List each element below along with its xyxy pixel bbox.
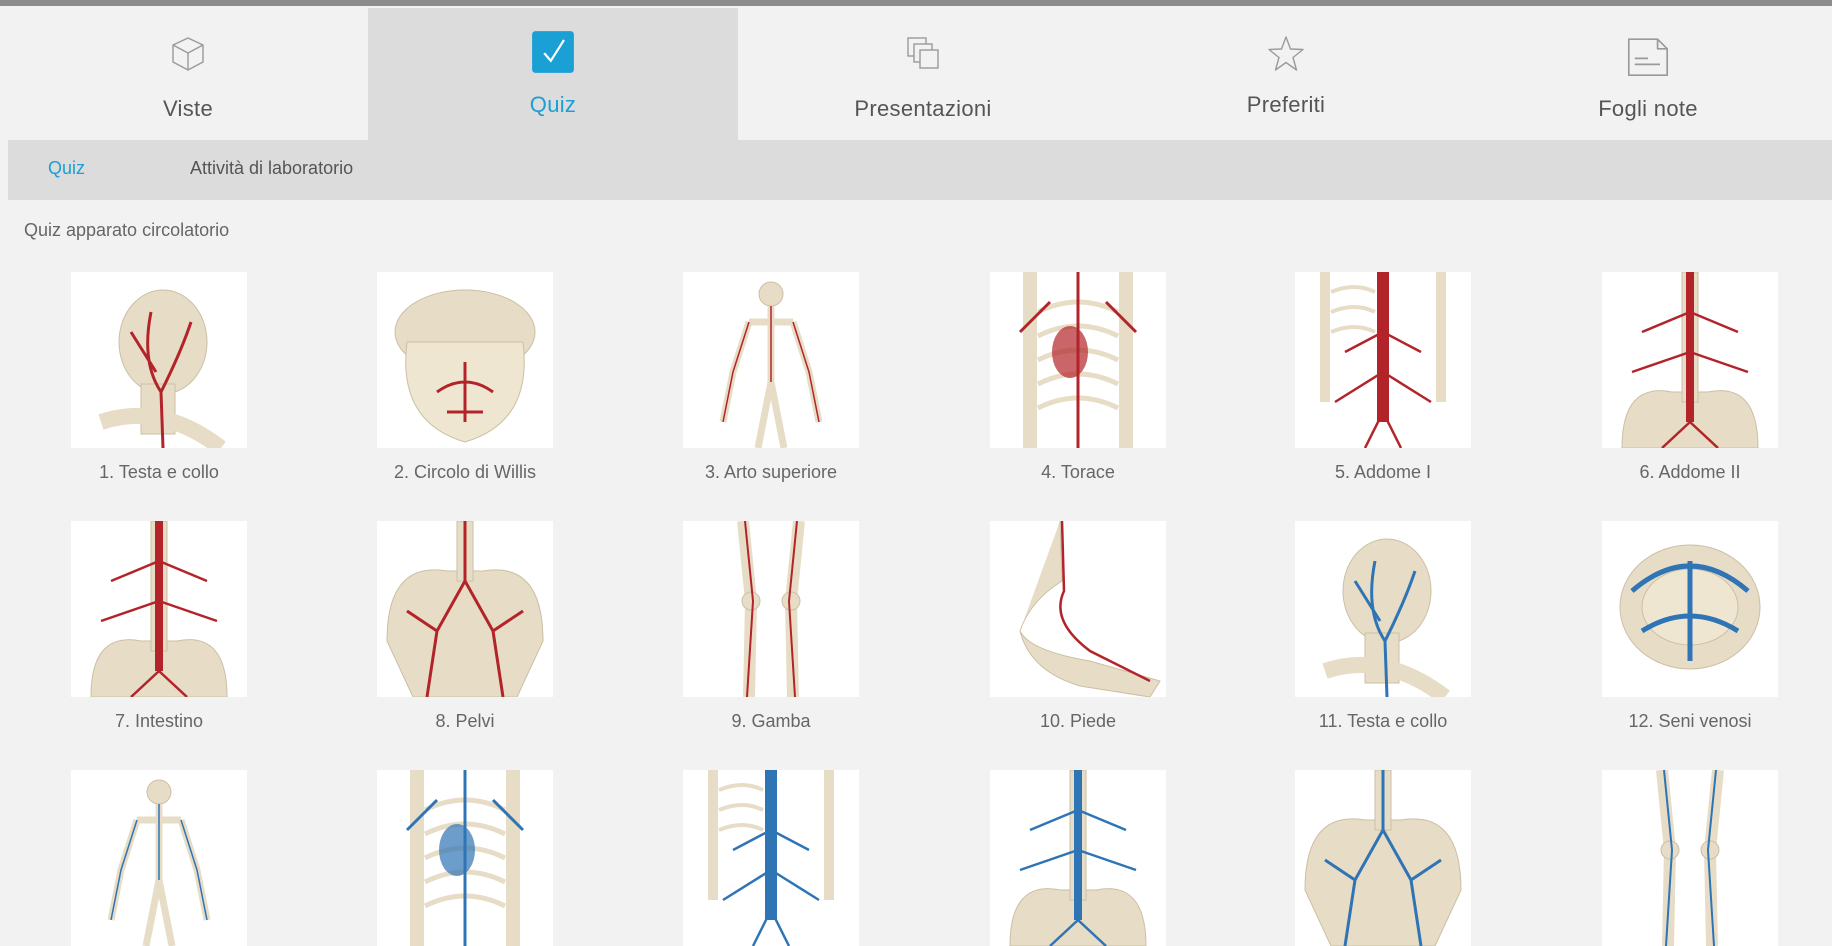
quiz-thumbnail (990, 272, 1166, 448)
subtab-attivita-laboratorio[interactable]: Attività di laboratorio (190, 158, 353, 179)
quiz-thumbnail (71, 272, 247, 448)
tab-viste[interactable]: Viste (8, 8, 368, 140)
quiz-card[interactable]: 12. Seni venosi (1602, 521, 1778, 732)
quiz-card[interactable]: 5. Addome I (1295, 272, 1471, 483)
checkbox-icon (532, 31, 574, 73)
cube-icon (172, 37, 204, 71)
subtab-quiz[interactable]: Quiz (48, 158, 85, 179)
quiz-label: 11. Testa e collo (1318, 711, 1448, 731)
quiz-thumbnail (1295, 770, 1471, 946)
quiz-thumbnail (683, 272, 859, 448)
quiz-card[interactable]: 10. Piede (990, 521, 1166, 732)
quiz-card[interactable]: 2. Circolo di Willis (377, 272, 553, 483)
tab-label: Quiz (529, 92, 577, 117)
quiz-card[interactable]: 6. Addome II (1602, 272, 1778, 483)
stacked-pages-icon (907, 37, 939, 69)
tab-presentazioni[interactable]: Presentazioni (738, 8, 1108, 140)
quiz-thumbnail (990, 770, 1166, 946)
sub-navigation: Quiz Attività di laboratorio (8, 140, 1832, 200)
quiz-thumbnail (1602, 272, 1778, 448)
quiz-label: 2. Circolo di Willis (393, 462, 537, 482)
tab-label: Viste (162, 96, 213, 121)
quiz-card[interactable]: 1. Testa e collo (71, 272, 247, 483)
quiz-label: 3. Arto superiore (704, 462, 838, 482)
quiz-thumbnail (71, 770, 247, 946)
quiz-card[interactable]: 7. Intestino (71, 521, 247, 732)
quiz-card[interactable] (1602, 770, 1778, 946)
quiz-card[interactable]: 8. Pelvi (377, 521, 553, 732)
note-sheet-icon (1627, 38, 1669, 77)
quiz-thumbnail (683, 521, 859, 697)
quiz-card[interactable] (683, 770, 859, 946)
quiz-thumbnail (377, 770, 553, 946)
tab-label: Preferiti (1246, 92, 1326, 117)
quiz-card[interactable]: 3. Arto superiore (683, 272, 859, 483)
quiz-card[interactable]: 11. Testa e collo (1295, 521, 1471, 732)
quiz-label: 6. Addome II (1639, 462, 1741, 482)
quiz-label: 8. Pelvi (435, 711, 495, 731)
quiz-label: 7. Intestino (114, 711, 204, 731)
quiz-thumbnail (1602, 770, 1778, 946)
quiz-thumbnail (71, 521, 247, 697)
quiz-card[interactable]: 9. Gamba (683, 521, 859, 732)
quiz-thumbnail (377, 272, 553, 448)
quiz-label: 10. Piede (1039, 711, 1117, 731)
quiz-thumbnail (1295, 272, 1471, 448)
quiz-thumbnail (990, 521, 1166, 697)
quiz-card[interactable] (990, 770, 1166, 946)
section-title: Quiz apparato circolatorio (24, 220, 230, 240)
quiz-thumbnail (377, 521, 553, 697)
tab-label: Presentazioni (854, 96, 992, 121)
quiz-label: 12. Seni venosi (1628, 711, 1752, 731)
tab-preferiti[interactable]: Preferiti (1108, 8, 1464, 140)
quiz-label: 1. Testa e collo (99, 462, 219, 482)
quiz-label: 9. Gamba (731, 711, 811, 731)
quiz-card[interactable] (377, 770, 553, 946)
quiz-card[interactable]: 4. Torace (990, 272, 1166, 483)
quiz-card[interactable] (71, 770, 247, 946)
quiz-thumbnail (1602, 521, 1778, 697)
quiz-label: 5. Addome I (1334, 462, 1432, 482)
star-icon (1268, 36, 1304, 71)
top-navigation: Viste Quiz Presentazioni Preferiti Fogli… (8, 8, 1832, 140)
tab-quiz[interactable]: Quiz (368, 8, 738, 140)
quiz-thumbnail (683, 770, 859, 946)
tab-label: Fogli note (1598, 96, 1698, 121)
quiz-thumbnail (1295, 521, 1471, 697)
top-border (0, 0, 1832, 6)
tab-fogli-note[interactable]: Fogli note (1464, 8, 1832, 140)
quiz-label: 4. Torace (1041, 462, 1115, 482)
quiz-card[interactable] (1295, 770, 1471, 946)
